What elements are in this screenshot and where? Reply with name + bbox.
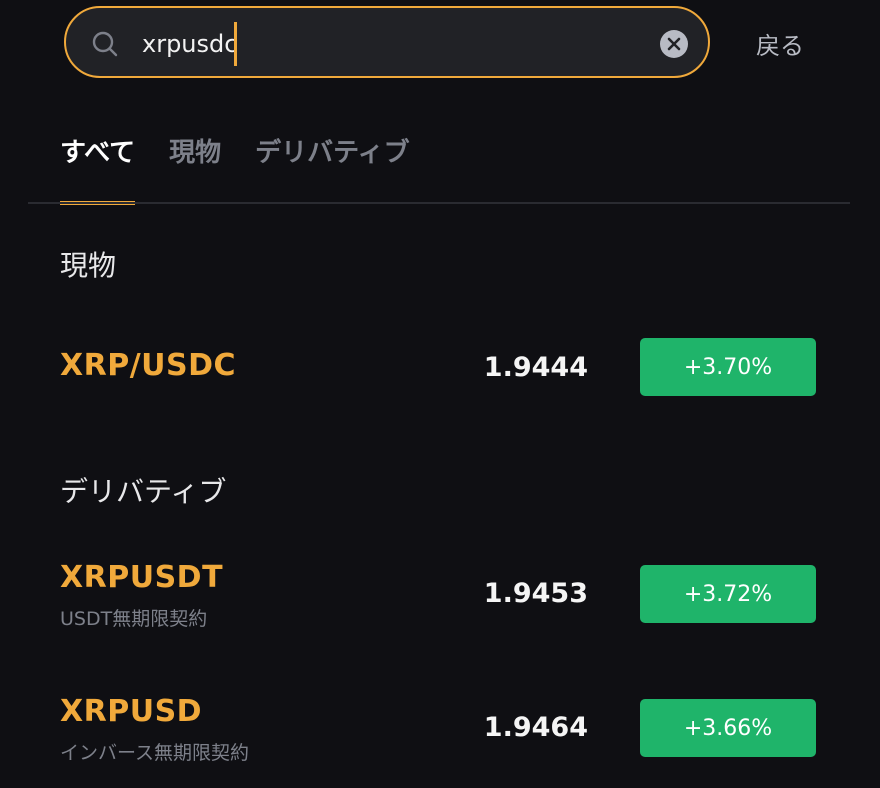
tab-spot[interactable]: 現物 [169, 132, 221, 205]
list-item[interactable]: XRP/USDC 1.9444 +3.70% [0, 330, 880, 410]
search-bar[interactable] [64, 6, 710, 78]
symbol: XRP/USDC [60, 348, 237, 383]
filter-tabs: すべて 現物 デリバティブ [60, 132, 410, 205]
price: 1.9444 [483, 352, 588, 383]
list-item[interactable]: XRPUSDT USDT無期限契約 1.9453 +3.72% [0, 556, 880, 636]
search-input[interactable] [142, 24, 602, 64]
change-badge: +3.66% [640, 699, 816, 757]
section-title-derivatives: デリバティブ [60, 475, 227, 508]
contract-type: USDT無期限契約 [60, 608, 208, 630]
price: 1.9464 [483, 712, 588, 743]
tab-all[interactable]: すべて [60, 132, 136, 205]
price: 1.9453 [483, 578, 588, 609]
symbol: XRPUSDT [60, 560, 224, 595]
change-badge: +3.72% [640, 565, 816, 623]
text-cursor [234, 22, 237, 66]
tabs-divider [28, 202, 850, 204]
contract-type: インバース無期限契約 [60, 742, 250, 764]
search-icon [92, 31, 118, 57]
change-badge: +3.70% [640, 338, 816, 396]
list-item[interactable]: XRPUSD インバース無期限契約 1.9464 +3.66% [0, 690, 880, 770]
tab-derivatives[interactable]: デリバティブ [255, 132, 409, 205]
symbol: XRPUSD [60, 694, 203, 729]
back-button[interactable]: 戻る [756, 26, 804, 61]
section-title-spot: 現物 [60, 249, 117, 282]
clear-icon[interactable] [660, 30, 688, 58]
